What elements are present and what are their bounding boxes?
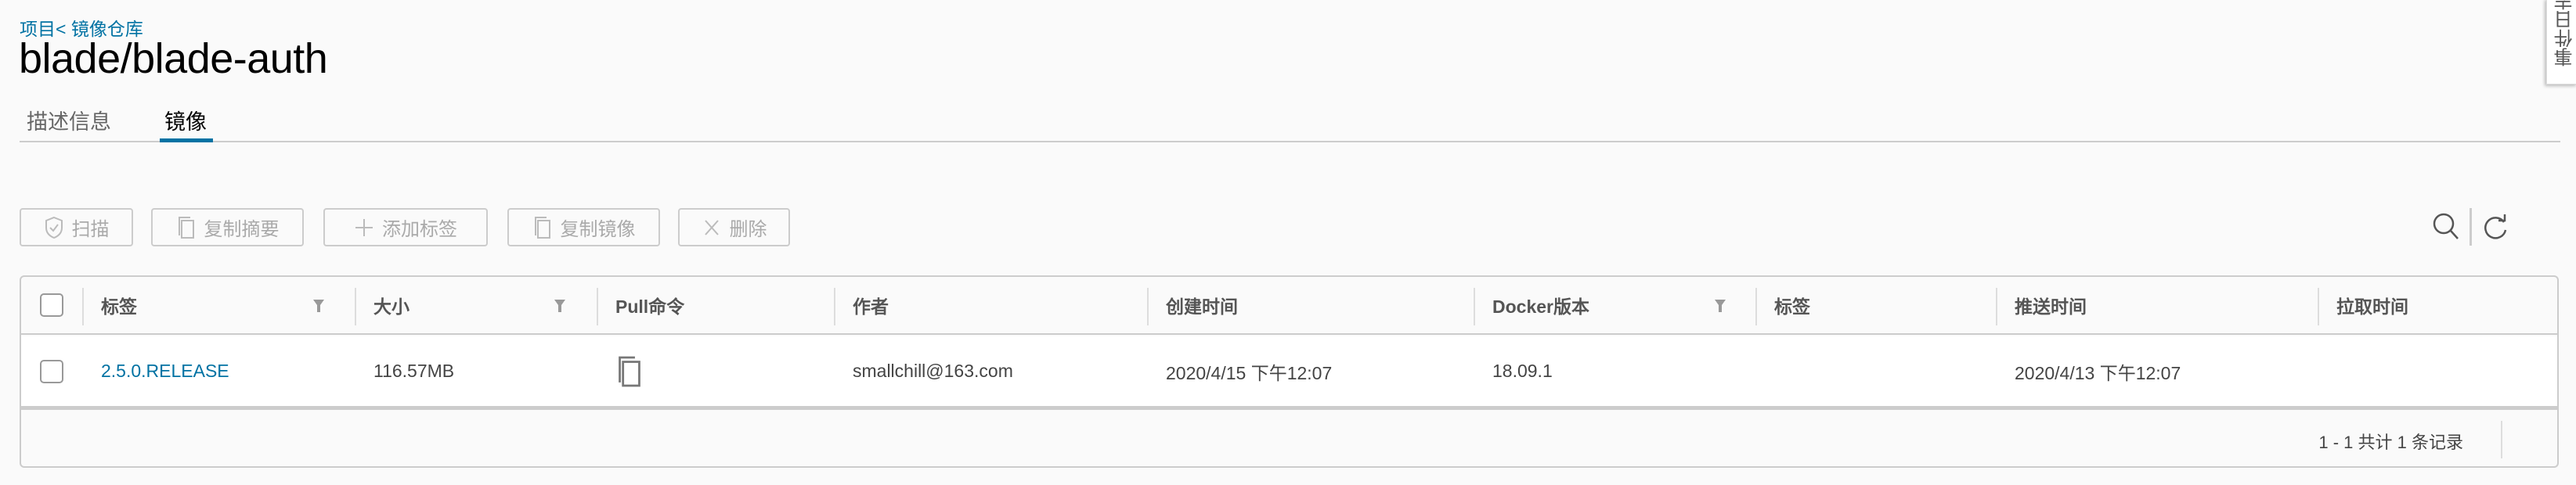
filter-icon[interactable] (313, 300, 324, 312)
column-header-labels[interactable]: 标签 (1755, 277, 1996, 333)
table-footer: 1 - 1 共计 1 条记录 (21, 411, 2557, 466)
size-value: 116.57MB (373, 361, 455, 381)
row-checkbox[interactable] (40, 359, 63, 383)
copy-pull-command-icon[interactable] (615, 354, 644, 389)
column-header-pulled[interactable]: 拉取时间 (2318, 277, 2557, 333)
filter-icon[interactable] (1715, 300, 1726, 312)
copy-image-button[interactable]: 复制镜像 (507, 208, 660, 246)
column-header-created[interactable]: 创建时间 (1147, 277, 1474, 333)
copy-digest-button[interactable]: 复制摘要 (151, 208, 304, 246)
scan-label: 扫描 (71, 219, 110, 240)
column-header-author[interactable]: 作者 (834, 277, 1147, 333)
toolbar-divider (2470, 208, 2472, 246)
copy-digest-label: 复制摘要 (204, 219, 280, 240)
filter-icon[interactable] (554, 300, 565, 312)
column-label: 标签 (1774, 296, 1810, 317)
column-header-pushed[interactable]: 推送时间 (1996, 277, 2318, 333)
created-value: 2020/4/15 下午12:07 (1166, 362, 1333, 383)
column-header-pull[interactable]: Pull命令 (597, 277, 834, 333)
side-tab-label: 事件日志 (2555, 0, 2576, 66)
plus-icon (355, 218, 373, 236)
column-label: 创建时间 (1166, 296, 1238, 317)
select-all-checkbox[interactable] (40, 293, 63, 317)
column-header-tag[interactable]: 标签 (82, 277, 355, 333)
footer-divider (2501, 421, 2502, 458)
table-header: 标签 大小 Pull命令 作者 创建时间 Docker版本 标签 推送时间 拉取… (21, 277, 2557, 335)
column-label: 大小 (373, 296, 409, 317)
delete-button[interactable]: 删除 (678, 208, 790, 246)
pushed-value: 2020/4/13 下午12:07 (2015, 362, 2181, 383)
column-label: 推送时间 (2015, 296, 2087, 317)
tag-link[interactable]: 2.5.0.RELEASE (101, 361, 229, 382)
column-header-size[interactable]: 大小 (355, 277, 597, 333)
column-label: 拉取时间 (2336, 296, 2408, 317)
scan-button[interactable]: 扫描 (20, 208, 133, 246)
shield-icon (45, 216, 63, 239)
table-row: 2.5.0.RELEASE 116.57MB smallchill@163.co… (21, 336, 2557, 410)
copy-icon (178, 216, 194, 239)
images-table: 标签 大小 Pull命令 作者 创建时间 Docker版本 标签 推送时间 拉取… (20, 275, 2559, 468)
search-icon[interactable] (2432, 211, 2460, 242)
tab-divider (20, 141, 2560, 142)
copy-icon (534, 216, 550, 239)
copy-image-label: 复制镜像 (560, 219, 636, 240)
column-header-docker-version[interactable]: Docker版本 (1474, 277, 1755, 333)
tab-description[interactable]: 描述信息 (27, 105, 111, 135)
tab-images[interactable]: 镜像 (164, 105, 207, 135)
active-tab-indicator (160, 138, 213, 142)
refresh-icon[interactable] (2482, 213, 2509, 241)
delete-label: 删除 (729, 219, 767, 240)
column-label: Pull命令 (615, 296, 685, 317)
add-label-button[interactable]: 添加标签 (323, 208, 488, 246)
author-value: smallchill@163.com (853, 361, 1013, 381)
close-icon (704, 219, 719, 235)
column-label: 作者 (853, 296, 889, 317)
add-label-label: 添加标签 (382, 219, 457, 240)
column-label: Docker版本 (1492, 296, 1589, 317)
column-label: 标签 (101, 296, 137, 317)
docker-version-value: 18.09.1 (1492, 361, 1553, 381)
page-title: blade/blade-auth (19, 35, 328, 82)
event-log-side-tab[interactable]: 事件日志 (2546, 0, 2576, 84)
pagination-info: 1 - 1 共计 1 条记录 (2318, 433, 2463, 452)
